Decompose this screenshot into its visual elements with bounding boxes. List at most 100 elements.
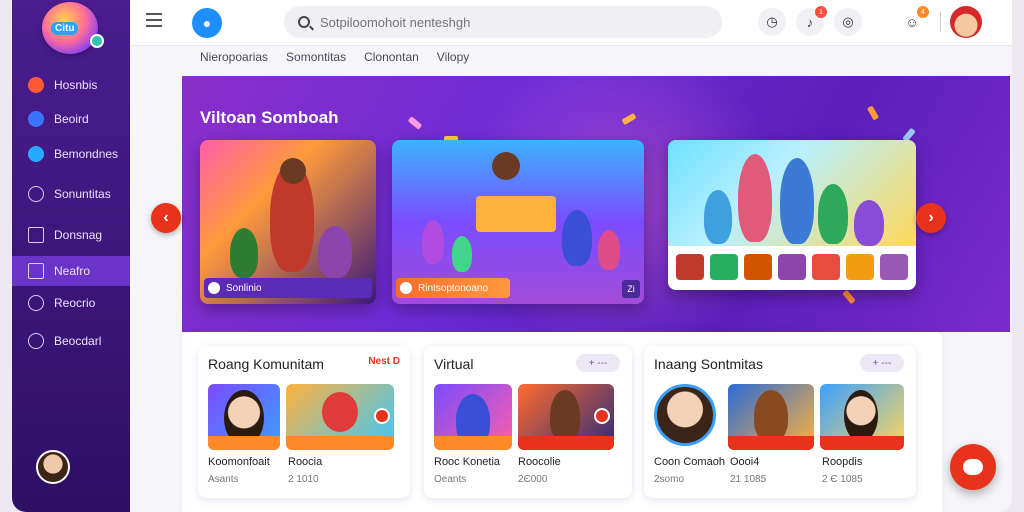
character-head <box>280 158 306 184</box>
stage-prop <box>476 196 556 232</box>
thumbnail[interactable] <box>778 254 806 280</box>
thumbnail[interactable] <box>676 254 704 280</box>
bird-icon <box>28 146 44 162</box>
sidebar-item-news[interactable]: Neafro <box>12 256 130 286</box>
confetti-decoration <box>842 289 856 305</box>
item-name: Coon Comaoh <box>654 456 725 468</box>
more-button[interactable]: + --- <box>576 354 620 372</box>
content-tile[interactable] <box>434 384 512 450</box>
profile-tile[interactable] <box>654 384 716 446</box>
tile-bar <box>208 436 280 450</box>
user-icon[interactable]: ☺ 4 <box>898 6 929 36</box>
sidebar-item-label: Sonuntitas <box>54 187 111 201</box>
card-caption-bar: Sonlinio <box>204 278 372 298</box>
profile-avatar[interactable] <box>950 6 982 38</box>
app-logo[interactable]: Citu <box>42 2 104 54</box>
item-sub: 2 Є 1085 <box>822 474 863 485</box>
sidebar-item-board[interactable]: Beoird <box>12 104 130 134</box>
sidebar-item-members[interactable]: Bemondnes <box>12 139 130 169</box>
sidebar-item-communities[interactable]: Sonuntitas <box>12 179 130 209</box>
search-icon <box>298 16 310 28</box>
item-sub: 21 1085 <box>730 474 767 485</box>
tile-bar <box>286 436 394 450</box>
confetti-decoration <box>866 105 880 121</box>
list-icon <box>28 263 44 279</box>
item-name: Roocolie <box>518 456 561 468</box>
character-figure <box>322 392 358 432</box>
content-tile[interactable] <box>208 384 280 450</box>
card-caption-bar: Rintsoptonoano <box>396 278 510 298</box>
card-caption: Rintsoptonoano <box>418 282 489 294</box>
item-sub: Oeants <box>434 474 467 485</box>
section-title: Virtual <box>434 356 474 372</box>
content-tile[interactable] <box>518 384 614 450</box>
thumbnail[interactable] <box>846 254 874 280</box>
hero-carousel: Viltoan Somboah Sonlinio Rintsoptonoano … <box>182 76 1010 332</box>
character-head <box>492 152 520 180</box>
tab-content[interactable]: Clonontan <box>364 50 419 70</box>
item-sub: 2somo <box>654 474 685 485</box>
section-virtual: Virtual + --- Rooc Konetia Oeants Roocol… <box>424 346 632 498</box>
tab-recommendations[interactable]: Nieropoarias <box>200 50 268 70</box>
timer-icon[interactable]: ◷ <box>758 8 786 36</box>
character-figure <box>562 210 592 266</box>
play-icon <box>208 282 220 294</box>
carousel-next-button[interactable]: › <box>916 203 946 233</box>
featured-card-3[interactable] <box>668 140 916 290</box>
featured-card-2[interactable]: Rintsoptonoano Zi <box>392 140 644 304</box>
divider <box>940 12 941 32</box>
chat-icon <box>963 459 983 475</box>
item-sub: 2Є000 <box>518 474 548 485</box>
character-figure <box>818 184 848 244</box>
user-avatar[interactable] <box>36 450 70 484</box>
content-tile[interactable] <box>820 384 904 450</box>
next-link[interactable]: Nest D <box>368 356 400 367</box>
character-figure <box>318 226 352 278</box>
camera-icon[interactable]: ◎ <box>834 8 862 36</box>
character-figure <box>550 390 580 442</box>
content-panel: Roang Komunitam Nest D Koomonfoait Asant… <box>182 332 942 512</box>
thumbnail[interactable] <box>812 254 840 280</box>
sidebar-item-label: Neafro <box>54 264 91 278</box>
thumbnail[interactable] <box>880 254 908 280</box>
sidebar-item-downloads[interactable]: Donsnag <box>12 220 130 250</box>
section-title: Inaang Sontmitas <box>654 356 763 372</box>
confetti-decoration <box>407 116 423 130</box>
character-figure <box>422 220 444 264</box>
live-badge <box>374 408 390 424</box>
tab-bar: Nieropoarias Somontitas Clonontan Vilopy <box>200 50 469 70</box>
more-button[interactable]: + --- <box>860 354 904 372</box>
featured-card-1[interactable]: Sonlinio <box>200 140 376 304</box>
live-badge <box>594 408 610 424</box>
sidebar-item-records[interactable]: Reocrio <box>12 288 130 318</box>
music-icon[interactable]: ♪ 1 <box>796 6 827 36</box>
section-title: Roang Komunitam <box>208 356 324 372</box>
tab-video[interactable]: Vilopy <box>437 50 469 70</box>
search-input[interactable] <box>320 14 700 30</box>
content-tile[interactable] <box>286 384 394 450</box>
thumbnail-strip <box>676 254 908 280</box>
search-icon <box>28 186 44 202</box>
menu-icon[interactable] <box>146 13 162 27</box>
app-window: Citu Hosnbis Beoird Bemondnes Sonuntitas… <box>12 0 1012 512</box>
tab-communities[interactable]: Somontitas <box>286 50 346 70</box>
content-tile[interactable] <box>728 384 814 450</box>
sidebar-item-label: Hosnbis <box>54 78 98 92</box>
search-bar[interactable] <box>284 6 722 38</box>
hero-title: Viltoan Somboah <box>200 108 339 127</box>
character-figure <box>754 390 788 442</box>
tile-bar <box>434 436 512 450</box>
home-icon <box>28 77 44 93</box>
thumbnail[interactable] <box>744 254 772 280</box>
sidebar-item-label: Beoird <box>54 112 89 126</box>
brand-icon[interactable]: ● <box>192 8 222 38</box>
card-caption: Sonlinio <box>226 282 262 294</box>
sidebar-item-settings[interactable]: Beocdarl <box>12 326 130 356</box>
carousel-prev-button[interactable]: ‹ <box>151 203 181 233</box>
character-figure <box>704 190 732 244</box>
chat-button[interactable] <box>950 444 996 490</box>
thumbnail[interactable] <box>710 254 738 280</box>
sidebar-item-home[interactable]: Hosnbis <box>12 70 130 100</box>
section-community: Roang Komunitam Nest D Koomonfoait Asant… <box>198 346 410 498</box>
sidebar-item-label: Donsnag <box>54 228 103 242</box>
